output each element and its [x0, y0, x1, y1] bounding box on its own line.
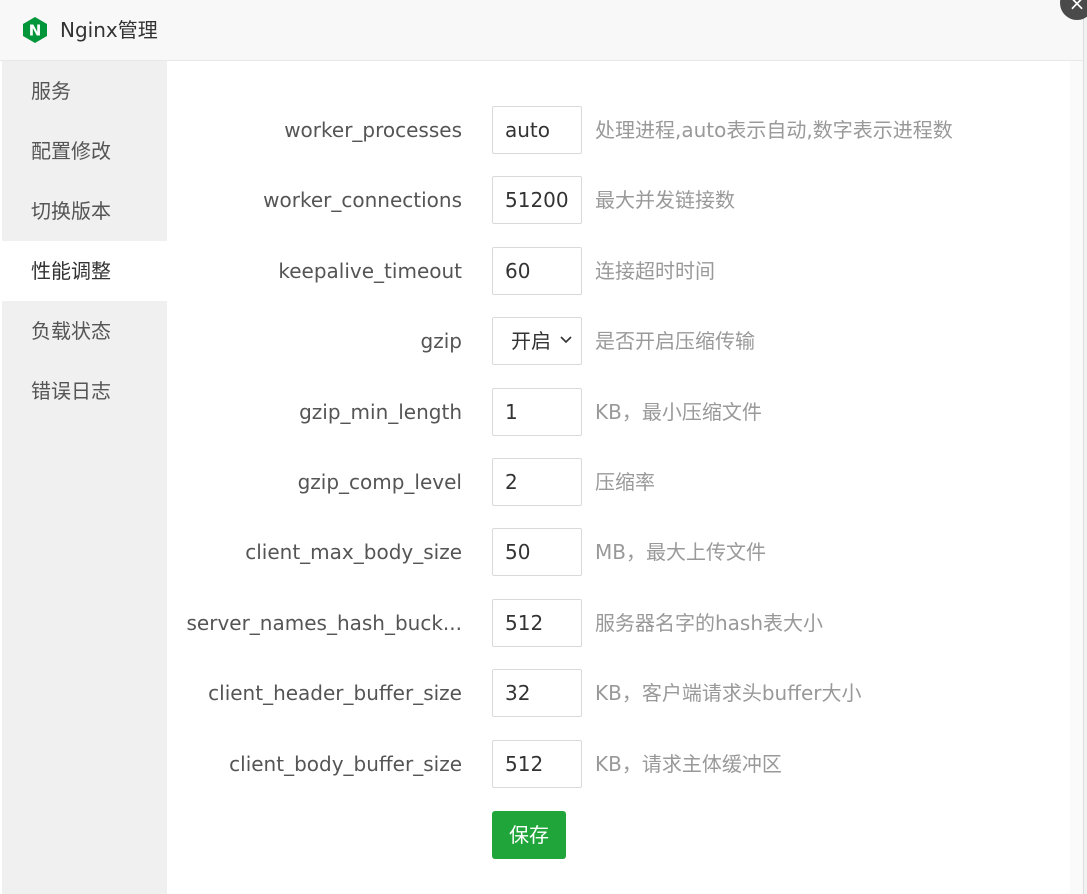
field-label: client_max_body_size [245, 540, 462, 564]
client-body-buffer-size-input[interactable] [492, 740, 582, 788]
gzip-select-value: 开启 [511, 329, 551, 353]
field-label: server_names_hash_buck... [186, 611, 463, 635]
field-hint: 连接超时时间 [595, 259, 715, 283]
form-row: gzip 开启 是否开启压缩传输 [167, 317, 1067, 365]
worker-connections-input[interactable] [492, 176, 582, 224]
field-label: gzip_min_length [299, 400, 462, 424]
form-row: server_names_hash_buck... 服务器名字的hash表大小 [167, 599, 1067, 647]
save-button[interactable]: 保存 [492, 811, 566, 859]
performance-settings-panel: worker_processes处理进程,auto表示自动,数字表示进程数wor… [167, 61, 1067, 894]
form-row: client_max_body_size MB，最大上传文件 [167, 528, 1067, 576]
field-label: gzip [420, 329, 462, 353]
worker-processes-input[interactable] [492, 106, 582, 154]
form-row: client_header_buffer_size KB，客户端请求头buffer… [167, 669, 1067, 717]
field-label: gzip_comp_level [297, 470, 462, 494]
svg-text:N: N [29, 22, 42, 40]
server-names-hash-buck-input[interactable] [492, 599, 582, 647]
sidebar-item-version[interactable]: 切换版本 [2, 181, 167, 241]
keepalive-timeout-input[interactable] [492, 247, 582, 295]
field-label: worker_connections [263, 188, 462, 212]
gzip-min-length-input[interactable] [492, 388, 582, 436]
chevron-down-icon [560, 336, 572, 344]
client-max-body-size-input[interactable] [492, 528, 582, 576]
field-hint: 压缩率 [595, 470, 655, 494]
field-label: client_body_buffer_size [229, 752, 462, 776]
field-hint: 最大并发链接数 [595, 188, 735, 212]
field-label: keepalive_timeout [278, 259, 462, 283]
scrollbar-track[interactable] [1070, 61, 1083, 894]
form-row: worker_connections 最大并发链接数 [167, 176, 1067, 224]
form-row: gzip_comp_level 压缩率 [167, 458, 1067, 506]
sidebar-item-performance[interactable]: 性能调整 [2, 241, 167, 301]
sidebar-item-load-status[interactable]: 负载状态 [2, 301, 167, 361]
nginx-logo-icon: N [23, 17, 47, 43]
dialog-title: Nginx管理 [60, 18, 158, 42]
sidebar-item-service[interactable]: 服务 [2, 61, 167, 121]
sidebar-item-error-log[interactable]: 错误日志 [2, 361, 167, 421]
field-hint: KB，请求主体缓冲区 [595, 752, 782, 776]
nginx-manager-dialog: N Nginx管理 × 服务 配置修改 切换版本 性能调整 负载状态 错误日志 worke… [0, 0, 1087, 894]
field-hint: KB，最小压缩文件 [595, 400, 762, 424]
dialog-titlebar: N Nginx管理 [0, 0, 1083, 61]
field-hint: KB，客户端请求头buffer大小 [595, 681, 862, 705]
field-hint: 处理进程,auto表示自动,数字表示进程数 [595, 118, 953, 142]
field-hint: MB，最大上传文件 [595, 540, 766, 564]
field-hint: 是否开启压缩传输 [595, 329, 755, 353]
client-header-buffer-size-input[interactable] [492, 669, 582, 717]
form-row: worker_processes 处理进程,auto表示自动,数字表示进程数 [167, 106, 1067, 154]
form-row: client_body_buffer_size KB，请求主体缓冲区 [167, 740, 1067, 788]
form-row: gzip_min_length KB，最小压缩文件 [167, 388, 1067, 436]
sidebar-nav: 服务 配置修改 切换版本 性能调整 负载状态 错误日志 [2, 61, 167, 894]
form-row: keepalive_timeout 连接超时时间 [167, 247, 1067, 295]
field-label: client_header_buffer_size [208, 681, 462, 705]
field-hint: 服务器名字的hash表大小 [595, 611, 824, 635]
field-label: worker_processes [284, 118, 462, 142]
sidebar-item-config[interactable]: 配置修改 [2, 121, 167, 181]
gzip-select[interactable]: 开启 [492, 317, 582, 365]
gzip-comp-level-input[interactable] [492, 458, 582, 506]
